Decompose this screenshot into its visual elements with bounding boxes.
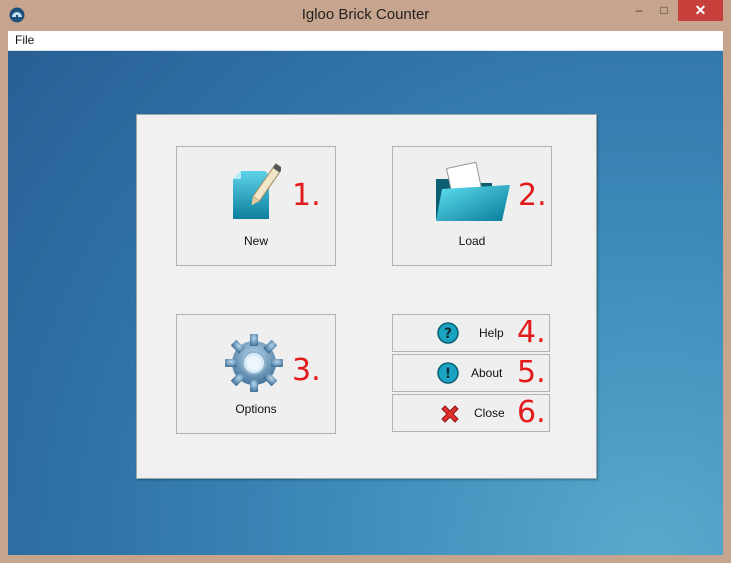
red-x-icon [441,405,459,423]
about-number: 5. [517,355,546,390]
document-pencil-icon [233,163,281,219]
new-label: New [243,234,268,248]
folder-icon [436,161,510,221]
about-button[interactable]: ! About 5. [392,354,550,392]
menu-file[interactable]: File [15,33,34,47]
close-number: 6. [517,395,546,430]
svg-text:!: ! [445,366,451,382]
title-bar: Igloo Brick Counter – □ ✕ [0,0,731,31]
svg-text:?: ? [444,326,452,342]
minimize-button[interactable]: – [628,0,650,21]
close-label: Close [474,406,505,420]
main-panel: New 1. Load 2. Options 3. ? Help 4. ! Ab… [136,114,597,479]
menu-bar: File [8,31,723,51]
question-icon: ? [437,322,459,344]
help-number: 4. [517,315,546,350]
new-number: 1. [292,178,321,213]
new-button[interactable]: New 1. [176,146,336,266]
app-window: Igloo Brick Counter – □ ✕ File New 1. Lo… [0,0,731,563]
options-number: 3. [292,353,321,388]
window-close-button[interactable]: ✕ [678,0,723,21]
options-label: Options [235,402,277,416]
info-icon: ! [437,362,459,384]
help-label: Help [479,326,504,340]
gear-icon [225,334,283,392]
load-number: 2. [518,178,547,213]
close-button[interactable]: Close 6. [392,394,550,432]
load-button[interactable]: Load 2. [392,146,552,266]
help-button[interactable]: ? Help 4. [392,314,550,352]
about-label: About [471,366,503,380]
workspace-background: New 1. Load 2. Options 3. ? Help 4. ! Ab… [8,51,723,555]
maximize-button[interactable]: □ [652,0,676,21]
load-label: Load [458,234,486,248]
window-title: Igloo Brick Counter [301,6,430,23]
options-button[interactable]: Options 3. [176,314,336,434]
